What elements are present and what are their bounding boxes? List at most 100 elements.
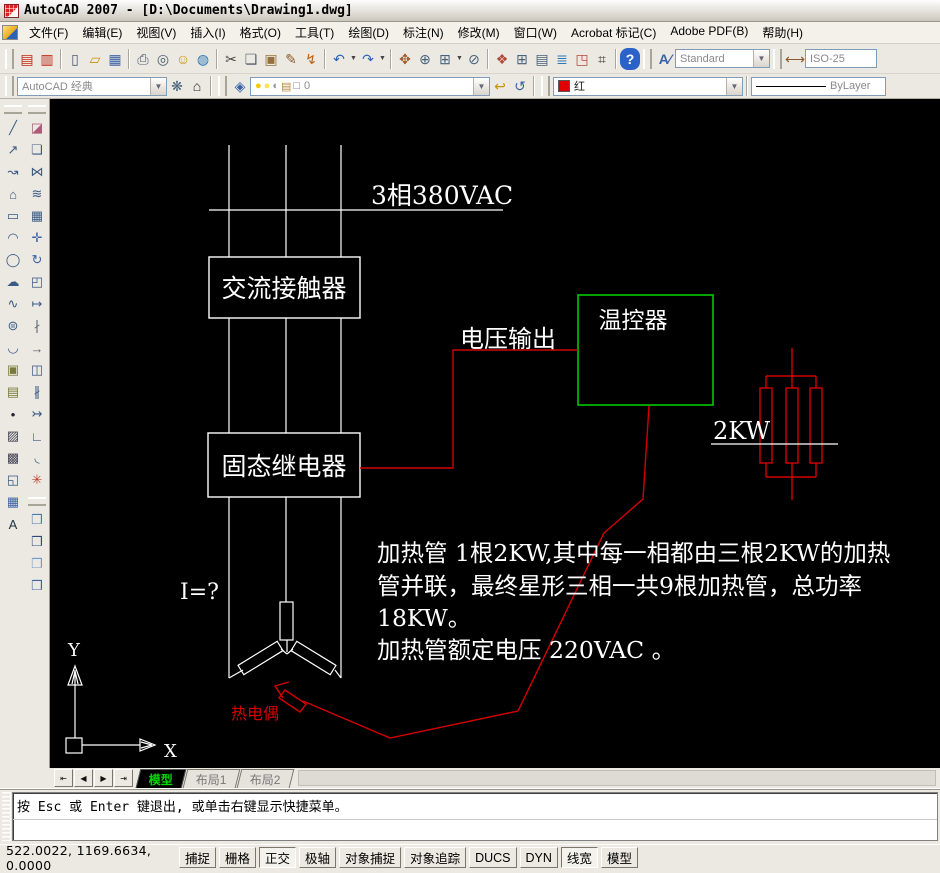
table-icon[interactable]: ▦ [2,491,24,513]
toolbar-grip[interactable] [643,49,652,69]
layer-previous-icon[interactable]: ↩ [490,75,510,97]
toolbar-grip[interactable] [28,105,46,114]
toolbar-grip[interactable] [541,76,550,96]
layout-scrollbar[interactable] [298,770,936,786]
zoom-previous-icon[interactable]: ⊘ [464,48,484,70]
spline-icon[interactable]: ∿ [2,293,24,315]
first-tab-button[interactable]: ⇤ [54,769,73,787]
color-combo[interactable]: 红 ▼ [553,77,743,96]
toolbar-grip[interactable] [773,49,782,69]
save-icon[interactable]: ▦ [105,48,125,70]
send-to-back-icon[interactable]: ❒ [26,531,48,553]
chevron-down-icon[interactable]: ▼ [378,48,387,70]
toolbar-grip[interactable] [218,76,227,96]
chevron-down-icon[interactable]: ▼ [150,78,166,95]
scale-icon[interactable]: ◰ [26,271,48,293]
coordinates-display[interactable]: 522.0022, 1169.6634, 0.0000 [6,843,176,873]
paste-icon[interactable]: ▣ [261,48,281,70]
copy-object-icon[interactable]: ❏ [26,139,48,161]
workspace-settings-icon[interactable]: ❋ [167,75,187,97]
open-icon[interactable]: ▱ [85,48,105,70]
toggle-正交[interactable]: 正交 [259,847,296,868]
toolbar-grip[interactable] [4,105,22,114]
my-workspace-icon[interactable]: ⌂ [187,75,207,97]
properties-icon[interactable]: ❖ [492,48,512,70]
redo-icon[interactable]: ↷ [358,48,378,70]
workspace-combo[interactable]: AutoCAD 经典 ▼ [17,77,167,96]
undo-icon[interactable]: ↶ [329,48,349,70]
circle-icon[interactable]: ◯ [2,249,24,271]
trim-icon[interactable]: ∤ [26,315,48,337]
layer-combo[interactable]: ●●◐▤□ 0 ▼ [250,77,490,96]
zoom-window-icon[interactable]: ⊞ [435,48,455,70]
toolbar-grip[interactable] [5,76,14,96]
ellipse-icon[interactable]: ⊜ [2,315,24,337]
hatch-icon[interactable]: ▨ [2,425,24,447]
toolbar-grip[interactable] [28,497,46,506]
text-style-icon[interactable]: A⁄ [655,48,675,70]
ellipse-arc-icon[interactable]: ◡ [2,337,24,359]
erase-icon[interactable]: ◪ [26,117,48,139]
dim-style-combo[interactable]: ISO-25 [805,49,877,68]
pdf-review-icon[interactable]: ▥ [37,48,57,70]
next-tab-button[interactable]: ▶ [94,769,113,787]
rectangle-icon[interactable]: ▭ [2,205,24,227]
drawing-window-icon[interactable] [2,25,18,40]
offset-icon[interactable]: ≋ [26,183,48,205]
copy-icon[interactable]: ❏ [241,48,261,70]
layers-icon[interactable]: ◈ [230,75,250,97]
revision-cloud-icon[interactable]: ☁ [2,271,24,293]
help-icon[interactable]: ? [620,48,640,70]
chevron-down-icon[interactable]: ▼ [455,48,464,70]
markup-set-manager-icon[interactable]: ◳ [572,48,592,70]
chevron-down-icon[interactable]: ▼ [473,78,489,95]
plot-preview-icon[interactable]: ◎ [153,48,173,70]
stretch-icon[interactable]: ↦ [26,293,48,315]
gradient-icon[interactable]: ▩ [2,447,24,469]
menu-item-修改(M)[interactable]: 修改(M) [451,22,507,43]
linetype-combo[interactable]: ByLayer [751,77,886,96]
toggle-极轴[interactable]: 极轴 [299,847,336,868]
mirror-icon[interactable]: ⋈ [26,161,48,183]
tab-模型[interactable]: 模型 [136,769,187,788]
pan-icon[interactable]: ✥ [395,48,415,70]
web-icon[interactable]: ◍ [193,48,213,70]
region-icon[interactable]: ◱ [2,469,24,491]
arc-icon[interactable]: ◠ [2,227,24,249]
menu-item-插入(I)[interactable]: 插入(I) [183,22,232,43]
array-icon[interactable]: ▦ [26,205,48,227]
menu-item-工具(T)[interactable]: 工具(T) [288,22,341,43]
new-icon[interactable]: ▯ [65,48,85,70]
menu-item-视图(V)[interactable]: 视图(V) [129,22,183,43]
block-editor-icon[interactable]: ↯ [301,48,321,70]
pdf-convert-icon[interactable]: ▤ [17,48,37,70]
publish-icon[interactable]: ☺ [173,48,193,70]
last-tab-button[interactable]: ⇥ [114,769,133,787]
multiline-text-icon[interactable]: A [2,513,24,535]
toolbar-grip[interactable] [5,49,14,69]
zoom-realtime-icon[interactable]: ⊕ [415,48,435,70]
join-icon[interactable]: ↣ [26,403,48,425]
designcenter-icon[interactable]: ⊞ [512,48,532,70]
toggle-DUCS[interactable]: DUCS [469,847,516,868]
toggle-模型[interactable]: 模型 [601,847,638,868]
polygon-icon[interactable]: ⌂ [2,183,24,205]
chamfer-icon[interactable]: ∟ [26,425,48,447]
insert-block-icon[interactable]: ▣ [2,359,24,381]
chevron-down-icon[interactable]: ▼ [753,50,769,67]
menu-item-编辑(E)[interactable]: 编辑(E) [75,22,129,43]
dim-style-icon[interactable]: ⟷ [785,48,805,70]
line-icon[interactable]: ╱ [2,117,24,139]
menu-item-Adobe PDF(B)[interactable]: Adobe PDF(B) [663,22,755,43]
match-properties-icon[interactable]: ✎ [281,48,301,70]
command-text-area[interactable]: 按 Esc 或 Enter 键退出, 或单击右键显示快捷菜单。 [12,792,938,841]
chevron-down-icon[interactable]: ▼ [349,48,358,70]
polyline-icon[interactable]: ↝ [2,161,24,183]
break-icon[interactable]: ◫ [26,359,48,381]
text-style-combo[interactable]: Standard ▼ [675,49,770,68]
menu-item-窗口(W)[interactable]: 窗口(W) [507,22,564,43]
toggle-线宽[interactable]: 线宽 [561,847,598,868]
plot-icon[interactable]: ⎙ [133,48,153,70]
fillet-icon[interactable]: ◟ [26,447,48,469]
toggle-DYN[interactable]: DYN [520,847,558,868]
